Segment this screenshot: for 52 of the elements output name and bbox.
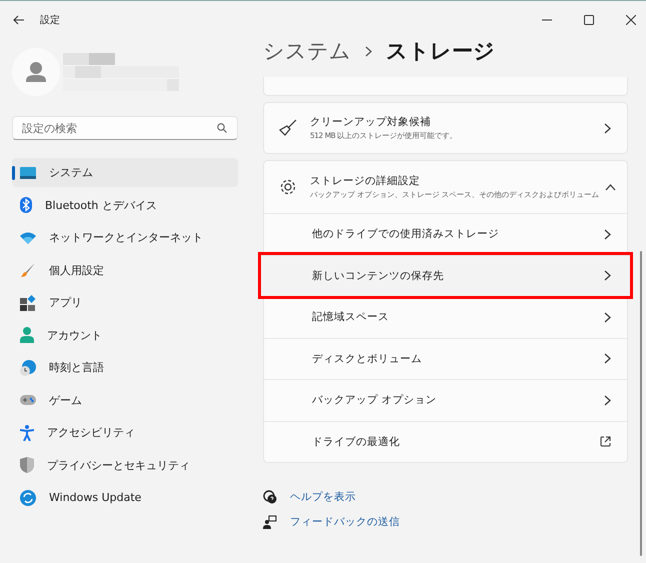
sidebar-item[interactable]: Windows Update	[12, 483, 238, 512]
external-link-icon	[600, 436, 611, 448]
sidebar-item[interactable]: 個人用設定	[12, 256, 238, 284]
search-icon	[217, 123, 227, 133]
gamepad-icon	[20, 395, 36, 405]
monitor-icon	[20, 166, 36, 178]
card-title: クリーンアップ対象候補	[310, 114, 432, 129]
sidebar-item[interactable]: アクセシビリティ	[12, 418, 238, 447]
shield-icon	[20, 457, 34, 473]
chevron-right-icon	[604, 122, 611, 134]
broom-icon	[279, 119, 297, 137]
accessibility-icon	[20, 424, 34, 440]
sidebar-item[interactable]: 時刻と言語	[12, 353, 238, 382]
settings-row[interactable]: 新しいコンテンツの保存先	[261, 254, 630, 296]
avatar-icon	[12, 48, 60, 96]
page-title: ストレージ	[386, 38, 495, 65]
update-icon	[20, 490, 36, 506]
maximize-icon[interactable]	[584, 14, 594, 24]
settings-row[interactable]: ディスクとボリューム	[264, 338, 627, 379]
close-icon[interactable]	[626, 14, 636, 24]
sidebar-item[interactable]: ゲーム	[12, 386, 238, 414]
person-icon	[20, 327, 34, 343]
breadcrumb-link[interactable]: システム	[263, 37, 351, 65]
scroll-bar[interactable]	[640, 251, 642, 556]
sidebar-item[interactable]: アカウント	[12, 320, 238, 350]
sidebar-item[interactable]: ネットワークとインターネット	[12, 223, 238, 252]
chevron-right-icon	[604, 270, 611, 282]
window-title: 設定	[40, 14, 60, 26]
sidebar-item[interactable]: アプリ	[12, 288, 238, 317]
chevron-right-icon	[365, 46, 372, 56]
chevron-right-icon	[604, 394, 611, 406]
chevron-right-icon	[604, 312, 611, 323]
chevron-right-icon	[604, 228, 611, 240]
help-link[interactable]: ヘルプを表示	[290, 490, 356, 504]
chevron-right-icon	[604, 353, 611, 364]
bluetooth-icon	[20, 197, 32, 213]
back-arrow-icon[interactable]	[13, 14, 25, 24]
help-icon	[263, 490, 277, 504]
wifi-icon	[20, 232, 36, 244]
sidebar-item[interactable]: Bluetooth とデバイス	[12, 190, 238, 220]
help-link[interactable]: フィードバックの送信	[290, 515, 400, 529]
globe-clock-icon	[20, 360, 36, 376]
settings-row[interactable]: バックアップ オプション	[264, 379, 627, 420]
settings-row[interactable]: 記憶域スペース	[264, 296, 627, 338]
sidebar-item[interactable]: プライバシーとセキュリティ	[12, 450, 238, 480]
settings-row[interactable]: ドライブの最適化	[264, 420, 627, 462]
gear-icon	[279, 178, 297, 196]
search-field[interactable]: 設定の検索	[12, 116, 238, 140]
feedback-icon	[263, 515, 277, 529]
card-title: ストレージの詳細設定	[310, 174, 421, 188]
sidebar-item[interactable]: システム	[12, 158, 238, 187]
apps-icon	[20, 294, 36, 310]
